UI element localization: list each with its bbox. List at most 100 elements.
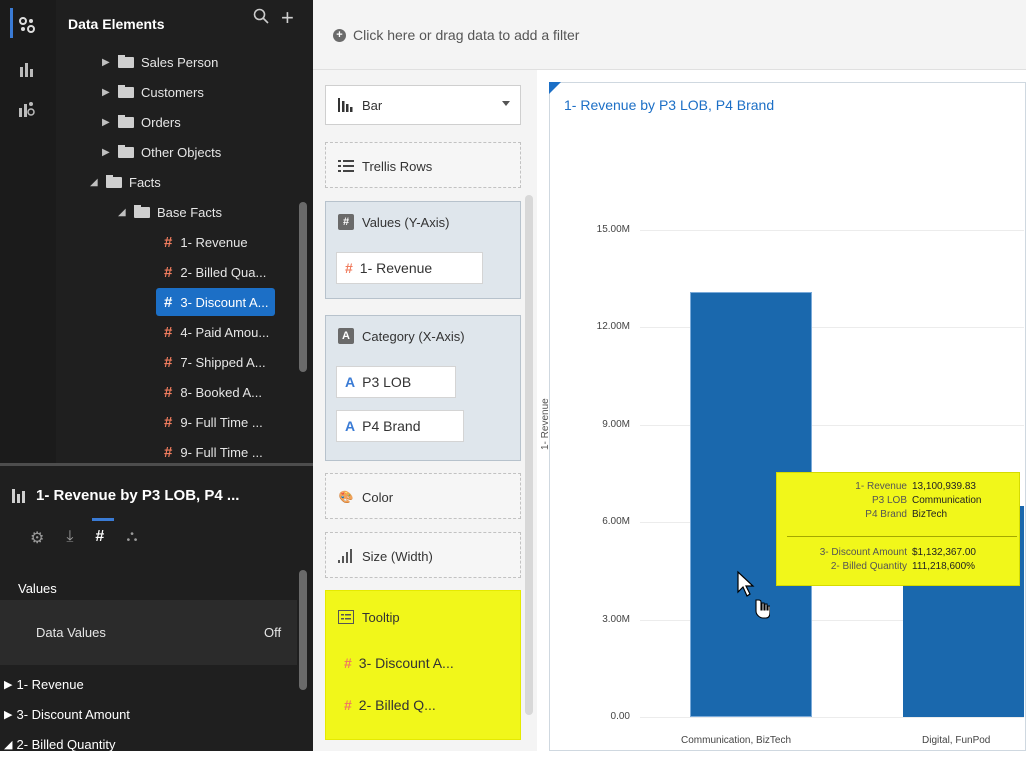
tooltip-row: P4 Brand BizTech <box>777 509 1021 522</box>
tree-measure[interactable]: #9- Full Time ... <box>164 408 263 436</box>
properties-scrollbar[interactable] <box>299 570 307 690</box>
tree-measure[interactable]: #3- Discount A... <box>156 288 275 316</box>
viz-properties-title: 1- Revenue by P3 LOB, P4 ... <box>12 487 239 504</box>
x-tick-label: Communication, BizTech <box>681 735 792 746</box>
tooltip-value: Communication <box>912 495 982 506</box>
tree-folder[interactable]: ◢ Base Facts <box>118 198 222 226</box>
tree-measure[interactable]: #2- Billed Qua... <box>164 258 266 286</box>
color-drop[interactable]: 🎨 Color <box>325 473 521 519</box>
add-icon[interactable]: + <box>281 5 294 31</box>
tooltip-item-discount[interactable]: # 3- Discount A... <box>336 647 510 679</box>
trellis-rows-drop[interactable]: Trellis Rows <box>325 142 521 188</box>
analytics-icon[interactable] <box>14 96 40 122</box>
chart-type-select[interactable]: Bar <box>325 85 521 125</box>
size-width-drop[interactable]: Size (Width) <box>325 532 521 578</box>
chevron-down-icon <box>502 101 510 106</box>
collapse-arrow-icon[interactable]: ◢ <box>118 207 130 218</box>
data-values-toggle[interactable]: Off <box>264 625 281 640</box>
y-tick-label: 12.00M <box>596 321 630 333</box>
tree-measure[interactable]: #9- Full Time ... <box>164 438 263 466</box>
tooltip-label: Tooltip <box>362 609 400 625</box>
tooltip-value: 111,218,600% <box>912 561 976 572</box>
measure-hash-icon: # <box>164 353 173 371</box>
rail-active-indicator <box>10 8 13 38</box>
measure-list-item[interactable]: ▶ 3- Discount Amount <box>4 702 297 727</box>
tree-item-label: 2- Billed Qua... <box>180 264 267 280</box>
tree-measure[interactable]: #4- Paid Amou... <box>164 318 269 346</box>
expand-arrow-icon[interactable]: ▶ <box>102 147 114 158</box>
panel-divider[interactable] <box>0 463 313 466</box>
attribute-a-icon: A <box>345 374 356 390</box>
data-elements-title: Data Elements <box>68 16 165 32</box>
collapse-arrow-icon[interactable]: ◢ <box>90 177 102 188</box>
tooltip-icon <box>338 609 354 625</box>
tooltip-item-label: 2- Billed Q... <box>358 697 436 713</box>
measure-hash-icon: # <box>164 263 173 281</box>
values-item-label: 1- Revenue <box>359 260 433 276</box>
measure-list-label: 1- Revenue <box>16 677 84 692</box>
bar-chart-icon <box>338 97 354 113</box>
y-tick-label: 0.00 <box>610 711 630 722</box>
expand-arrow-icon[interactable]: ▶ <box>102 57 114 68</box>
measure-list-label: 3- Discount Amount <box>16 707 130 722</box>
measure-list-item[interactable]: ◢ 2- Billed Quantity <box>4 732 297 757</box>
visualizations-icon[interactable] <box>14 56 40 82</box>
data-values-label: Data Values <box>36 625 106 640</box>
filter-placeholder[interactable]: Click here or drag data to add a filter <box>353 27 579 43</box>
tooltip-key: 3- Discount Amount <box>819 547 907 558</box>
data-elements-icon[interactable] <box>14 12 40 38</box>
tooltip-row: 2- Billed Quantity 111,218,600% <box>777 561 1021 574</box>
tree-folder[interactable]: ▶ Orders <box>102 108 181 136</box>
tree-item-label: Other Objects <box>141 144 222 160</box>
tooltip-key: P4 Brand <box>865 509 907 520</box>
tooltip-separator <box>787 536 1017 537</box>
tree-folder[interactable]: ▶ Other Objects <box>102 138 221 166</box>
expand-arrow-icon[interactable]: ▶ <box>4 678 12 691</box>
values-y-axis-section[interactable]: # Values (Y-Axis) # 1- Revenue <box>325 201 521 299</box>
measure-hash-icon: # <box>338 214 354 230</box>
expand-arrow-icon[interactable]: ▶ <box>102 117 114 128</box>
side-rail <box>0 0 56 463</box>
measure-hash-icon: # <box>164 443 173 461</box>
tree-measure[interactable]: #1- Revenue <box>164 228 248 256</box>
values-heading: Values <box>18 581 57 596</box>
general-tab-icon[interactable]: ⚙ <box>30 528 44 548</box>
values-tab-icon[interactable]: # <box>92 518 115 548</box>
axis-tab-icon[interactable]: ⤓ <box>66 528 73 548</box>
expand-arrow-icon[interactable]: ▶ <box>102 87 114 98</box>
values-item[interactable]: # 1- Revenue <box>336 252 483 284</box>
tooltip-value: BizTech <box>912 509 948 520</box>
analytics-tab-icon[interactable]: ⛬ <box>126 528 137 548</box>
tooltip-row: P3 LOB Communication <box>777 495 1021 508</box>
tree-folder[interactable]: ◢ Facts <box>90 168 161 196</box>
x-tick-label: Digital, FunPod <box>922 735 991 746</box>
category-item-p3-lob[interactable]: A P3 LOB <box>336 366 456 398</box>
size-icon <box>338 548 354 564</box>
measure-list-item[interactable]: ▶ 1- Revenue <box>4 672 297 697</box>
category-item-p4-brand[interactable]: A P4 Brand <box>336 410 464 442</box>
y-axis-label: 1- Revenue <box>540 398 551 450</box>
tooltip-section[interactable]: Tooltip # 3- Discount A... # 2- Billed Q… <box>325 590 521 740</box>
tree-item-label: 8- Booked A... <box>180 384 263 400</box>
category-x-axis-section[interactable]: A Category (X-Axis) A P3 LOB A P4 Brand <box>325 315 521 461</box>
tree-scrollbar[interactable] <box>299 202 307 372</box>
tree-folder[interactable]: ▶ Customers <box>102 78 204 106</box>
measure-hash-icon: # <box>164 413 173 431</box>
add-filter-icon[interactable]: + <box>333 29 346 42</box>
attribute-a-icon: A <box>345 418 356 434</box>
filter-bar[interactable]: + Click here or drag data to add a filte… <box>313 0 1026 70</box>
category-item-label: P3 LOB <box>362 374 412 390</box>
folder-icon <box>118 144 134 158</box>
tree-measure[interactable]: #7- Shipped A... <box>164 348 266 376</box>
expand-arrow-icon[interactable]: ▶ <box>4 708 12 721</box>
collapse-arrow-icon[interactable]: ◢ <box>4 738 12 751</box>
tooltip-item-billed[interactable]: # 2- Billed Q... <box>336 689 486 721</box>
tree-folder[interactable]: ▶ Sales Person <box>102 48 218 76</box>
chart-tooltip: 1- Revenue 13,100,939.83 P3 LOB Communicati… <box>776 472 1020 586</box>
grammar-scrollbar[interactable] <box>525 195 533 715</box>
tooltip-key: P3 LOB <box>871 495 907 506</box>
grid-line <box>640 717 1024 718</box>
tree-measure[interactable]: #8- Booked A... <box>164 378 262 406</box>
palette-icon: 🎨 <box>338 490 354 504</box>
search-icon[interactable] <box>253 8 269 29</box>
